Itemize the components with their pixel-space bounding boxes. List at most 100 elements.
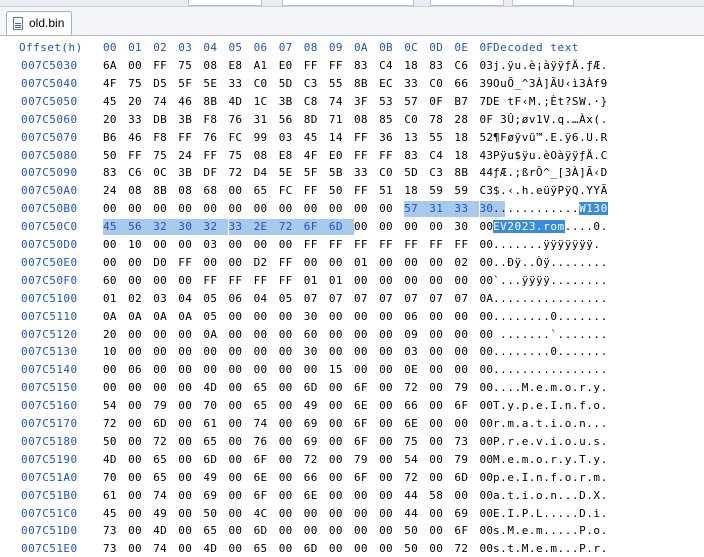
- hex-byte[interactable]: 50: [103, 434, 123, 450]
- hex-byte[interactable]: 00: [379, 398, 399, 414]
- hex-byte[interactable]: 74: [153, 94, 173, 110]
- hex-byte[interactable]: 00: [229, 416, 249, 432]
- hex-byte[interactable]: 00: [454, 362, 474, 378]
- hex-byte[interactable]: DB: [153, 112, 173, 128]
- hex-byte[interactable]: 18: [454, 130, 474, 146]
- hex-byte[interactable]: 6D: [304, 380, 324, 396]
- hex-byte[interactable]: 00: [254, 309, 274, 325]
- hex-byte[interactable]: 00: [229, 344, 249, 360]
- decoded-text[interactable]: $.‹.h.eüÿPÿQ.YYÃ: [493, 183, 608, 199]
- hex-byte[interactable]: 83: [103, 165, 123, 181]
- hex-byte[interactable]: 00: [279, 452, 299, 468]
- hex-byte[interactable]: 00: [304, 362, 324, 378]
- hex-byte[interactable]: 00: [379, 416, 399, 432]
- hex-byte[interactable]: 00: [279, 488, 299, 504]
- hex-byte[interactable]: 00: [379, 219, 399, 235]
- hex-byte[interactable]: 6F: [454, 523, 474, 539]
- hex-byte[interactable]: 79: [454, 380, 474, 396]
- hex-byte[interactable]: EC: [379, 76, 399, 92]
- decoded-text[interactable]: ................: [493, 291, 608, 307]
- hex-byte[interactable]: 01: [103, 291, 123, 307]
- hex-byte[interactable]: 46: [128, 130, 148, 146]
- hex-byte[interactable]: 72: [153, 434, 173, 450]
- hex-byte[interactable]: 00: [354, 541, 374, 557]
- hex-byte[interactable]: FF: [254, 273, 274, 289]
- hex-byte[interactable]: C3: [304, 76, 324, 92]
- hex-byte[interactable]: 6F: [254, 452, 274, 468]
- hex-byte[interactable]: C0: [379, 165, 399, 181]
- hex-byte[interactable]: 04: [178, 291, 198, 307]
- decoded-selection[interactable]: W130: [579, 202, 608, 216]
- decoded-text[interactable]: ................: [493, 362, 608, 378]
- decoded-text[interactable]: a.t.i.o.n...D.X.: [493, 488, 608, 504]
- hex-byte[interactable]: 00: [454, 309, 474, 325]
- hex-byte[interactable]: 00: [379, 541, 399, 557]
- hex-byte[interactable]: 73: [103, 541, 123, 557]
- hex-byte[interactable]: 33: [128, 112, 148, 128]
- hex-byte[interactable]: 00: [178, 541, 198, 557]
- hex-byte[interactable]: 00: [178, 273, 198, 289]
- hex-byte[interactable]: 72: [304, 452, 324, 468]
- hex-byte[interactable]: 00: [354, 523, 374, 539]
- hex-byte[interactable]: 00: [153, 344, 173, 360]
- hex-byte[interactable]: 0A: [103, 309, 123, 325]
- hex-byte[interactable]: 74: [329, 94, 349, 110]
- hex-byte[interactable]: 49: [203, 470, 223, 486]
- hex-byte[interactable]: 59: [454, 183, 474, 199]
- hex-byte[interactable]: 00: [379, 309, 399, 325]
- hex-byte[interactable]: 07: [379, 291, 399, 307]
- hex-byte[interactable]: 00: [128, 255, 148, 271]
- hex-byte[interactable]: FF: [354, 130, 374, 146]
- hex-byte[interactable]: 69: [454, 506, 474, 522]
- hex-byte[interactable]: 00: [429, 470, 449, 486]
- hex-byte[interactable]: 50: [103, 148, 123, 164]
- hex-byte[interactable]: 33: [454, 201, 480, 218]
- hex-byte[interactable]: 3B: [178, 165, 198, 181]
- hex-byte[interactable]: 0F: [429, 94, 449, 110]
- hex-byte[interactable]: 00: [304, 201, 324, 217]
- hex-byte[interactable]: 5B: [329, 165, 349, 181]
- hex-byte[interactable]: 00: [128, 523, 148, 539]
- hex-byte[interactable]: 00: [404, 255, 424, 271]
- hex-byte[interactable]: 00: [354, 362, 374, 378]
- hex-byte[interactable]: 57: [404, 94, 424, 110]
- hex-byte[interactable]: D5: [153, 76, 173, 92]
- hex-byte[interactable]: 66: [454, 76, 474, 92]
- hex-byte[interactable]: 33: [229, 76, 249, 92]
- hex-byte[interactable]: 00: [178, 344, 198, 360]
- hex-byte[interactable]: 33: [228, 219, 254, 236]
- hex-byte[interactable]: 00: [329, 255, 349, 271]
- hex-byte[interactable]: 00: [329, 398, 349, 414]
- hex-byte[interactable]: 8B: [203, 94, 223, 110]
- hex-byte[interactable]: 00: [329, 452, 349, 468]
- hex-byte[interactable]: FF: [379, 148, 399, 164]
- hex-byte[interactable]: 2E: [253, 219, 279, 236]
- hex-byte[interactable]: 32: [203, 219, 229, 236]
- hex-byte[interactable]: 54: [103, 398, 123, 414]
- hex-byte[interactable]: 00: [229, 434, 249, 450]
- hex-byte[interactable]: 6F: [354, 434, 374, 450]
- hex-byte[interactable]: FC: [279, 183, 299, 199]
- hex-byte[interactable]: DF: [203, 165, 223, 181]
- hex-byte[interactable]: 00: [329, 416, 349, 432]
- hex-byte[interactable]: 00: [379, 362, 399, 378]
- hex-byte[interactable]: 20: [128, 94, 148, 110]
- hex-byte[interactable]: 00: [229, 380, 249, 396]
- hex-byte[interactable]: 00: [454, 488, 474, 504]
- hex-byte[interactable]: 00: [279, 416, 299, 432]
- hex-byte[interactable]: 00: [103, 380, 123, 396]
- hex-byte[interactable]: 08: [354, 112, 374, 128]
- hex-byte[interactable]: 02: [454, 255, 474, 271]
- hex-byte[interactable]: C6: [128, 165, 148, 181]
- hex-byte[interactable]: 6F: [254, 488, 274, 504]
- hex-byte[interactable]: 10: [103, 344, 123, 360]
- hex-byte[interactable]: 72: [454, 541, 474, 557]
- hex-byte[interactable]: 00: [354, 273, 374, 289]
- hex-byte[interactable]: 00: [178, 434, 198, 450]
- hex-byte[interactable]: 00: [203, 255, 223, 271]
- hex-byte[interactable]: D0: [153, 255, 173, 271]
- decoded-text[interactable]: p.e.I.n.f.o.r.m.: [493, 470, 608, 486]
- hex-byte[interactable]: 00: [279, 398, 299, 414]
- hex-byte[interactable]: 74: [254, 416, 274, 432]
- hex-byte[interactable]: 57: [404, 201, 430, 218]
